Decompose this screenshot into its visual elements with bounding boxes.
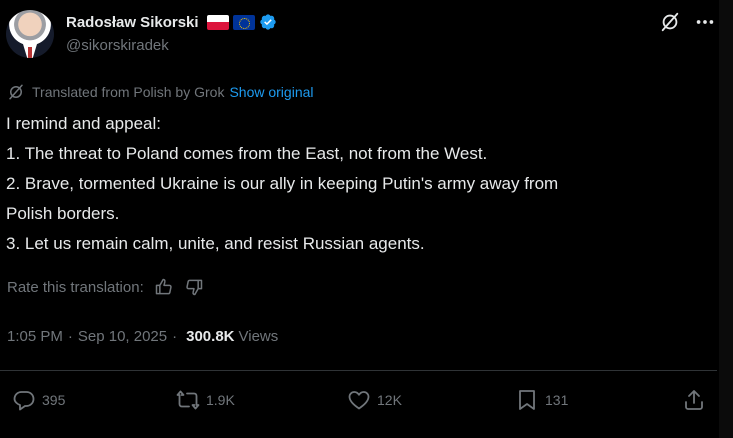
reply-count: 395 <box>42 392 66 408</box>
grok-icon[interactable] <box>659 11 681 33</box>
translation-notice: Translated from Polish by Grok Show orig… <box>7 82 314 102</box>
show-original-link[interactable]: Show original <box>229 84 313 100</box>
share-button[interactable] <box>682 387 712 413</box>
avatar[interactable] <box>6 10 54 58</box>
views-count: 300.8K <box>186 327 235 345</box>
rate-translation-row: Rate this translation: <box>7 276 204 298</box>
bookmark-icon <box>519 390 535 410</box>
translation-notice-text: Translated from Polish by Grok <box>32 84 225 100</box>
tweet-date[interactable]: Sep 10, 2025 <box>78 328 167 345</box>
tweet-page: Radosław Sikorski @sikorskiradek Transla… <box>0 0 733 438</box>
reply-icon <box>13 391 35 411</box>
tweet-line: I remind and appeal: <box>6 114 161 133</box>
poland-flag-icon <box>206 14 229 30</box>
author-handle[interactable]: @sikorskiradek <box>66 37 169 54</box>
tweet-line: 1. The threat to Poland comes from the E… <box>6 144 488 163</box>
views-label: Views <box>238 327 279 345</box>
repost-count: 1.9K <box>206 392 235 408</box>
tweet-line: 2. Brave, tormented Ukraine is our ally … <box>6 174 559 193</box>
heart-icon <box>348 391 370 410</box>
thumbs-up-icon[interactable] <box>154 277 174 297</box>
share-icon <box>685 390 703 410</box>
reply-button[interactable]: 395 <box>12 387 65 413</box>
like-count: 12K <box>377 392 402 408</box>
tweet-actions: 395 1.9K 12K 131 <box>0 387 733 413</box>
grok-icon <box>9 84 23 100</box>
repost-button[interactable]: 1.9K <box>176 387 235 413</box>
tweet-meta: 1:05 PM · Sep 10, 2025 · 300.8K Views <box>7 325 278 347</box>
bookmark-button[interactable]: 131 <box>515 387 568 413</box>
scrollbar[interactable] <box>719 0 733 438</box>
thumbs-down-icon[interactable] <box>184 277 204 297</box>
divider <box>0 370 717 371</box>
repost-icon <box>176 390 200 410</box>
meta-separator: · <box>67 327 73 345</box>
rate-translation-label: Rate this translation: <box>7 278 144 296</box>
eu-flag-icon <box>232 14 255 30</box>
avatar-tie <box>28 47 32 58</box>
author-name-row: Radosław Sikorski <box>66 12 277 32</box>
like-button[interactable]: 12K <box>347 387 402 413</box>
bookmark-count: 131 <box>545 392 569 408</box>
tweet-line: 3. Let us remain calm, unite, and resist… <box>6 234 425 253</box>
verified-badge-icon[interactable] <box>259 13 277 31</box>
meta-separator: · <box>172 327 178 345</box>
more-options-icon[interactable] <box>694 11 716 33</box>
tweet-line: Polish borders. <box>6 204 120 223</box>
tweet-text: I remind and appeal: 1. The threat to Po… <box>6 109 726 259</box>
author-display-name[interactable]: Radosław Sikorski <box>66 14 199 31</box>
tweet-time[interactable]: 1:05 PM <box>7 328 63 345</box>
